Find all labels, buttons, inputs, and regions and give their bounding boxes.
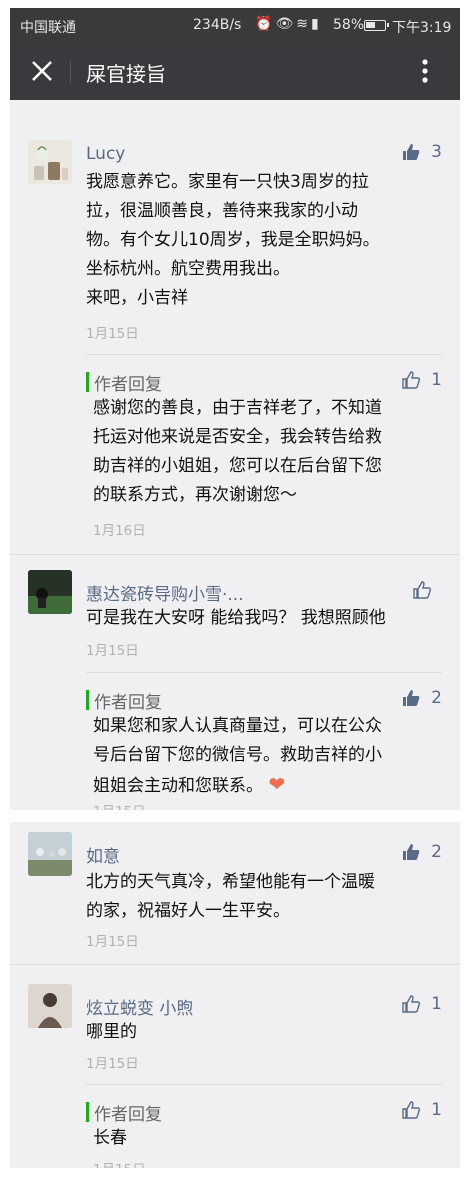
like-count: 1 <box>431 370 442 390</box>
thumbs-up-outline-icon <box>413 581 432 599</box>
commenter-name[interactable]: 惠达瓷砖导购小雪·... <box>86 580 244 605</box>
comment-text: 北方的天气真冷，希望他能有一个温暖 的家，祝福好人一生平安。 <box>86 868 446 926</box>
author-reply-label: 作者回复 <box>94 693 162 713</box>
commenter-name[interactable]: Lucy <box>86 144 125 164</box>
like-button[interactable] <box>412 580 442 600</box>
wifi-icon: ≋ <box>296 16 311 32</box>
like-button[interactable]: 1 <box>401 994 442 1014</box>
reply-text: 长春 <box>93 1124 443 1153</box>
comment-line: 哪里的 <box>86 1022 137 1042</box>
author-reply-label: 作者回复 <box>94 1105 162 1125</box>
reply-text: 如果您和家人认真商量过，可以在公众 号后台留下您的微信号。救助吉祥的小 姐姐会主… <box>93 712 443 801</box>
comment-list-upper: Lucy 3 我愿意养它。家里有一只快3周岁的拉 拉，很温顺善良，善待来我家的小… <box>10 100 460 820</box>
divider <box>10 964 460 965</box>
reply-line: 如果您和家人认真商量过，可以在公众 <box>93 716 382 736</box>
page-title: 屎官接旨 <box>86 62 166 86</box>
section-gap <box>10 810 460 822</box>
avatar[interactable] <box>28 140 72 184</box>
author-reply-label: 作者回复 <box>94 375 162 395</box>
comment-line: 可是我在大安呀 能给我吗？ 我想照顾他 <box>86 608 386 628</box>
like-count: 3 <box>431 142 442 162</box>
like-count: 1 <box>431 994 442 1014</box>
reply-indicator <box>86 690 89 710</box>
comment-line: 物。有个女儿10周岁，我是全职妈妈。 <box>86 230 380 250</box>
comment-line: 我愿意养它。家里有一只快3周岁的拉 <box>86 172 369 192</box>
thumbs-up-outline-icon <box>402 995 421 1013</box>
battery-icon <box>364 20 389 31</box>
thumbs-up-icon <box>403 690 420 706</box>
reply-date: 1月15日 <box>93 1158 146 1168</box>
comment-date: 1月15日 <box>86 934 139 950</box>
reply-line: 感谢您的善良，由于吉祥老了，不知道 <box>93 398 382 418</box>
reply-like-button[interactable]: 1 <box>401 1100 442 1120</box>
reply-like-button[interactable]: 1 <box>401 370 442 390</box>
thumbs-up-icon <box>403 144 420 160</box>
reply-line: 托运对他来说是否安全，我会转告给救 <box>93 427 382 447</box>
like-button[interactable]: 3 <box>401 142 442 162</box>
comment-text: 哪里的 <box>86 1018 446 1047</box>
comment-list-lower: 如意 2 北方的天气真冷，希望他能有一个温暖 的家，祝福好人一生平安。 1月15… <box>10 822 460 1168</box>
thumbs-up-outline-icon <box>402 1101 421 1119</box>
screen: 中国联通 234B/s ⏰👁≋▮ 58% 下午3:19 屎官接旨 Lucy 3 … <box>10 8 460 1168</box>
comment-line: 拉，很温顺善良，善待来我家的小动 <box>86 201 358 221</box>
like-count: 1 <box>431 1100 442 1120</box>
carrier-label: 中国联通 <box>20 20 76 36</box>
comment-text: 我愿意养它。家里有一只快3周岁的拉 拉，很温顺善良，善待来我家的小动 物。有个女… <box>86 168 446 313</box>
comment-line: 来吧，小吉祥 <box>86 288 188 308</box>
reply-text: 感谢您的善良，由于吉祥老了，不知道 托运对他来说是否安全，我会转告给救 助吉祥的… <box>93 394 443 510</box>
avatar[interactable] <box>28 832 72 876</box>
divider <box>86 354 442 355</box>
reply-indicator <box>86 372 89 392</box>
avatar[interactable] <box>28 984 72 1028</box>
comment-date: 1月15日 <box>86 643 139 659</box>
reply-line: 号后台留下您的微信号。救助吉祥的小 <box>93 745 382 765</box>
comment-line: 坐标杭州。航空费用我出。 <box>86 259 290 279</box>
status-icons: ⏰👁≋▮ <box>255 16 322 32</box>
more-options-icon[interactable] <box>415 56 435 86</box>
signal-icon: ▮ <box>310 16 322 32</box>
divider <box>10 554 460 555</box>
reply-like-button[interactable]: 2 <box>401 688 442 708</box>
close-icon[interactable] <box>28 57 56 85</box>
comment-line: 北方的天气真冷，希望他能有一个温暖 <box>86 872 375 892</box>
clock: 下午3:19 <box>392 20 452 36</box>
comment-date: 1月15日 <box>86 1056 139 1072</box>
divider <box>86 1084 442 1085</box>
thumbs-up-outline-icon <box>402 371 421 389</box>
commenter-name[interactable]: 如意 <box>86 842 120 867</box>
like-count: 2 <box>431 842 442 862</box>
comment-text: 可是我在大安呀 能给我吗？ 我想照顾他 <box>86 604 446 633</box>
battery-percent: 58% <box>333 17 365 33</box>
heart-icon: ❤ <box>268 772 286 796</box>
eye-icon: 👁 <box>275 16 297 32</box>
status-bar: 中国联通 234B/s ⏰👁≋▮ 58% 下午3:19 <box>10 8 460 44</box>
divider <box>86 672 442 673</box>
like-button[interactable]: 2 <box>401 842 442 862</box>
network-speed: 234B/s <box>193 17 242 33</box>
reply-date: 1月16日 <box>93 523 146 539</box>
comment-line: 的家，祝福好人一生平安。 <box>86 901 290 921</box>
avatar[interactable] <box>28 570 72 614</box>
like-count: 2 <box>431 688 442 708</box>
reply-indicator <box>86 1102 89 1122</box>
commenter-name[interactable]: 炫立蜕变 小煦 <box>86 994 193 1019</box>
comment-date: 1月15日 <box>86 326 139 342</box>
reply-line: 助吉祥的小姐姐，您可以在后台留下您 <box>93 456 382 476</box>
title-divider <box>70 60 71 84</box>
alarm-icon: ⏰ <box>255 16 276 32</box>
reply-line: 姐姐会主动和您联系。 <box>93 776 263 796</box>
thumbs-up-icon <box>403 844 420 860</box>
reply-line: 长春 <box>93 1128 127 1148</box>
reply-line: 的联系方式，再次谢谢您～ <box>93 485 297 505</box>
title-bar: 屎官接旨 <box>10 44 460 100</box>
